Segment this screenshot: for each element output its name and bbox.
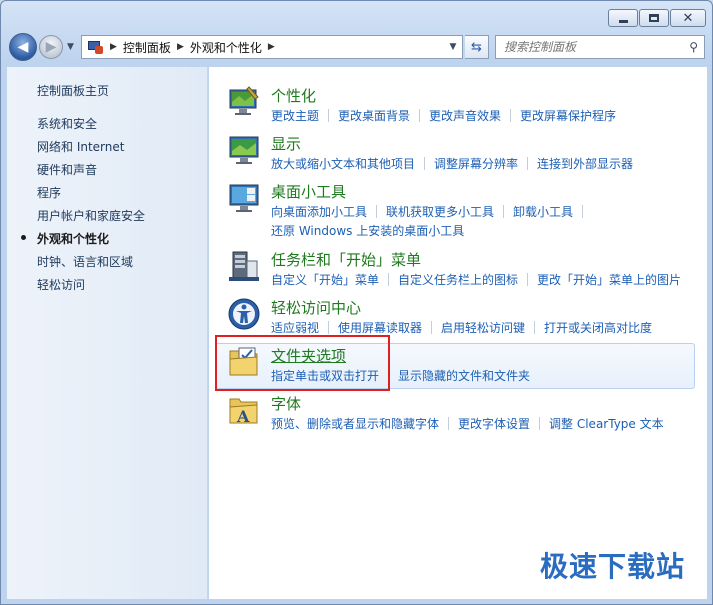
link-change-sounds[interactable]: 更改声音效果 [429, 107, 501, 124]
left-nav-pane: 控制面板主页 系统和安全 网络和 Internet 硬件和声音 程序 用户帐户和… [7, 67, 208, 599]
breadcrumb-separator-icon[interactable]: ▶ [177, 42, 184, 52]
link-preview-fonts[interactable]: 预览、删除或者显示和隐藏字体 [271, 415, 439, 432]
recent-pages-dropdown-icon[interactable]: ▼ [67, 42, 74, 52]
sidebar-item-network[interactable]: 网络和 Internet [37, 138, 124, 155]
explorer-window: ✕ ◀ ▶ ▼ ▶ 控制面板 ▶ 外观和个性化 ▶ ▼ ⇆ ⚲ 控制面板主页 系… [0, 0, 713, 605]
control-panel-icon [86, 39, 104, 55]
sidebar-item-clock-language[interactable]: 时钟、语言和区域 [37, 253, 133, 270]
taskbar-icon [229, 251, 259, 281]
link-high-contrast[interactable]: 打开或关闭高对比度 [544, 319, 652, 336]
category-links: 预览、删除或者显示和隐藏字体 更改字体设置 调整 ClearType 文本 [271, 415, 664, 432]
sidebar-item-appearance[interactable]: 外观和个性化 [37, 230, 109, 247]
display-icon [229, 136, 259, 164]
link-add-gadgets[interactable]: 向桌面添加小工具 [271, 203, 367, 220]
link-change-screensaver[interactable]: 更改屏幕保护程序 [520, 107, 616, 124]
svg-text:A: A [236, 407, 250, 426]
breadcrumb-separator-icon[interactable]: ▶ [110, 42, 117, 52]
navigation-bar: ◀ ▶ ▼ ▶ 控制面板 ▶ 外观和个性化 ▶ ▼ ⇆ ⚲ [7, 33, 707, 63]
ease-of-access-icon [228, 298, 260, 330]
watermark-logo: 极速下载站 [539, 550, 685, 583]
maximize-icon [649, 14, 659, 22]
link-screen-reader[interactable]: 使用屏幕读取器 [338, 319, 422, 336]
sidebar-item-system-security[interactable]: 系统和安全 [37, 115, 97, 132]
category-links-second-row: 还原 Windows 上安装的桌面小工具 [271, 222, 464, 239]
address-bar[interactable]: ▶ 控制面板 ▶ 外观和个性化 ▶ [81, 35, 463, 59]
breadcrumb-separator-icon[interactable]: ▶ [268, 42, 275, 52]
minimize-button[interactable] [608, 9, 638, 27]
link-customize-taskbar-icons[interactable]: 自定义任务栏上的图标 [398, 271, 518, 288]
fonts-icon: A [229, 398, 258, 426]
category-title-fonts[interactable]: 字体 [271, 393, 301, 414]
search-box[interactable]: ⚲ [495, 35, 705, 59]
link-change-start-picture[interactable]: 更改「开始」菜单上的图片 [537, 271, 681, 288]
category-title-personalization[interactable]: 个性化 [271, 85, 316, 106]
back-button[interactable]: ◀ [9, 33, 37, 61]
sidebar-item-home[interactable]: 控制面板主页 [37, 82, 109, 99]
category-title-ease-of-access[interactable]: 轻松访问中心 [271, 297, 361, 318]
category-title-gadgets[interactable]: 桌面小工具 [271, 181, 346, 202]
link-screen-resolution[interactable]: 调整屏幕分辨率 [434, 155, 518, 172]
link-restore-gadgets[interactable]: 还原 Windows 上安装的桌面小工具 [271, 222, 464, 239]
link-customize-start-menu[interactable]: 自定义「开始」菜单 [271, 271, 379, 288]
category-links: 更改主题 更改桌面背景 更改声音效果 更改屏幕保护程序 [271, 107, 616, 124]
personalization-icon [229, 86, 259, 115]
red-annotation-box [215, 335, 390, 391]
category-title-display[interactable]: 显示 [271, 133, 301, 154]
close-icon: ✕ [682, 10, 694, 26]
link-show-hidden-files[interactable]: 显示隐藏的文件和文件夹 [398, 367, 530, 384]
link-change-theme[interactable]: 更改主题 [271, 107, 319, 124]
link-font-settings[interactable]: 更改字体设置 [458, 415, 530, 432]
search-input[interactable] [504, 40, 674, 54]
active-bullet-icon [21, 235, 26, 240]
refresh-icon: ⇆ [471, 39, 482, 55]
category-links: 适应弱视 使用屏幕读取器 启用轻松访问键 打开或关闭高对比度 [271, 319, 652, 336]
search-icon[interactable]: ⚲ [689, 40, 698, 54]
maximize-button[interactable] [639, 9, 669, 27]
link-access-keys[interactable]: 启用轻松访问键 [441, 319, 525, 336]
link-cleartype[interactable]: 调整 ClearType 文本 [549, 415, 664, 432]
link-uninstall-gadget[interactable]: 卸载小工具 [513, 203, 573, 220]
link-low-vision[interactable]: 适应弱视 [271, 319, 319, 336]
refresh-button[interactable]: ⇆ [465, 35, 489, 59]
sidebar-item-hardware-sound[interactable]: 硬件和声音 [37, 161, 97, 178]
link-change-background[interactable]: 更改桌面背景 [338, 107, 410, 124]
sidebar-item-ease-of-access[interactable]: 轻松访问 [37, 276, 85, 293]
forward-button[interactable]: ▶ [39, 35, 63, 59]
sidebar-item-programs[interactable]: 程序 [37, 184, 61, 201]
back-arrow-icon: ◀ [17, 39, 29, 55]
close-button[interactable]: ✕ [670, 9, 706, 27]
address-dropdown-icon[interactable]: ▼ [441, 35, 465, 59]
link-external-display[interactable]: 连接到外部显示器 [537, 155, 633, 172]
breadcrumb-appearance[interactable]: 外观和个性化 [190, 39, 262, 56]
minimize-icon [618, 19, 628, 23]
caption-buttons: ✕ [608, 9, 706, 27]
gadgets-icon [229, 184, 259, 212]
breadcrumb-control-panel[interactable]: 控制面板 [123, 39, 171, 56]
category-links: 自定义「开始」菜单 自定义任务栏上的图标 更改「开始」菜单上的图片 [271, 271, 681, 288]
category-links: 放大或缩小文本和其他项目 调整屏幕分辨率 连接到外部显示器 [271, 155, 633, 172]
link-text-size[interactable]: 放大或缩小文本和其他项目 [271, 155, 415, 172]
forward-arrow-icon: ▶ [45, 39, 57, 55]
category-links: 向桌面添加小工具 联机获取更多小工具 卸载小工具 [271, 203, 592, 220]
sidebar-item-user-accounts[interactable]: 用户帐户和家庭安全 [37, 207, 145, 224]
main-content: 个性化 更改主题 更改桌面背景 更改声音效果 更改屏幕保护程序 显示 放大或缩小… [209, 67, 707, 599]
category-title-taskbar[interactable]: 任务栏和「开始」菜单 [271, 249, 421, 270]
link-get-more-gadgets[interactable]: 联机获取更多小工具 [386, 203, 494, 220]
